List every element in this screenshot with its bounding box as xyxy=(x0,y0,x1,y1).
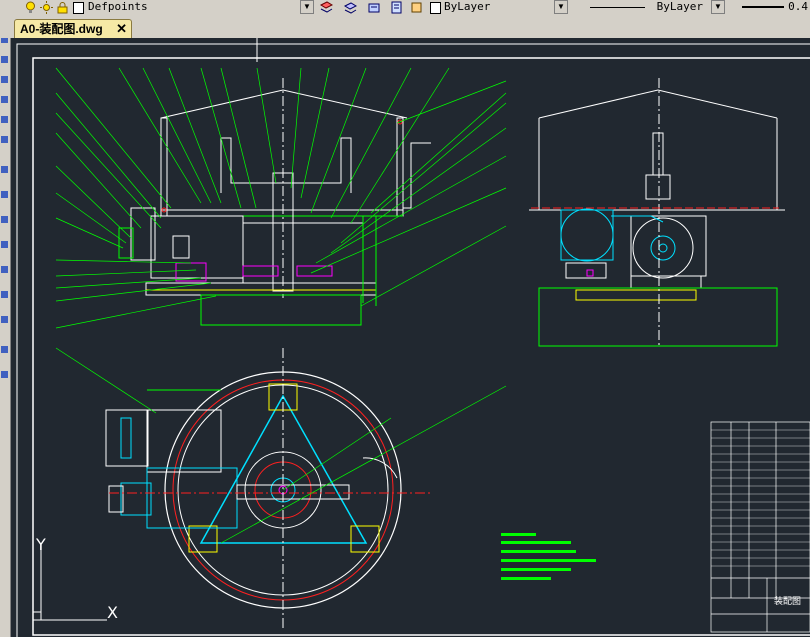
document-tab-bar: A0-装配图.dwg ✕ xyxy=(0,16,810,38)
side-view xyxy=(529,78,785,348)
layer-dropdown[interactable]: Defpoints xyxy=(85,0,302,14)
drawing-svg: 装配图 Y X xyxy=(16,38,810,637)
layer-name: Defpoints xyxy=(88,0,148,13)
circle-tool-icon[interactable] xyxy=(1,76,8,83)
side-base xyxy=(575,289,697,301)
layer-stack-icon[interactable] xyxy=(320,1,333,14)
ellipse-tool-icon[interactable] xyxy=(1,191,8,198)
ucs-icon xyxy=(32,546,107,621)
side-wheel-center xyxy=(658,243,668,253)
side-foot-left xyxy=(565,262,607,279)
side-motor xyxy=(560,209,614,261)
linetype-sample xyxy=(590,7,645,8)
layer-isolate-icon[interactable] xyxy=(390,1,403,14)
mtext-tool-icon[interactable] xyxy=(1,371,8,378)
side-foundation xyxy=(538,287,778,347)
front-left-post xyxy=(160,117,168,217)
tab-title: A0-装配图.dwg xyxy=(20,22,103,36)
front-motor-body xyxy=(150,215,244,279)
front-base xyxy=(145,282,377,296)
color-dropdown-arrow[interactable]: ▼ xyxy=(554,0,568,14)
front-view xyxy=(55,67,507,329)
front-right-post xyxy=(396,117,404,217)
front-gearbox xyxy=(242,222,364,284)
front-foundation xyxy=(200,294,362,326)
side-gear-mark xyxy=(586,269,594,277)
properties-toolbar: Defpoints ▼ ByLayer ▼ ByLayer ▼ 0.4 xyxy=(0,0,810,17)
drawing-canvas[interactable]: 装配图 Y X xyxy=(11,38,810,637)
make-block-icon[interactable] xyxy=(1,241,8,248)
plan-leader-2 xyxy=(220,385,507,544)
linetype-dropdown-arrow[interactable]: ▼ xyxy=(711,0,725,14)
sun-icon[interactable] xyxy=(40,1,53,14)
polyline-tool-icon[interactable] xyxy=(1,56,8,63)
ucs-x-label: X xyxy=(107,603,118,622)
layer-previous-icon[interactable] xyxy=(368,1,381,14)
point-tool-icon[interactable] xyxy=(1,266,8,273)
title-block-label: 装配图 xyxy=(774,595,801,607)
technical-notes xyxy=(501,533,596,580)
layer-dropdown-arrow[interactable]: ▼ xyxy=(300,0,314,14)
close-icon[interactable]: ✕ xyxy=(116,20,127,38)
rectangle-tool-icon[interactable] xyxy=(1,116,8,123)
plan-leader-1 xyxy=(55,347,157,414)
lineweight-value: 0.4 xyxy=(788,0,808,13)
front-roof xyxy=(160,89,408,119)
lineweight-sample xyxy=(742,6,784,8)
match-layer-icon[interactable] xyxy=(410,1,423,14)
layer-states-icon[interactable] xyxy=(344,1,357,14)
side-wheel-hub xyxy=(650,235,676,261)
linetype-dropdown[interactable]: ByLayer xyxy=(582,0,709,14)
side-motor-circle xyxy=(560,208,614,262)
front-gear-center-right xyxy=(296,265,333,277)
hatch-tool-icon[interactable] xyxy=(1,291,8,298)
side-wheel-outer xyxy=(632,217,694,279)
arc-tool-icon[interactable] xyxy=(1,96,8,103)
side-roof xyxy=(538,89,778,119)
plan-gear-housing xyxy=(146,467,238,529)
side-rod-base xyxy=(645,174,671,200)
lineweight-dropdown[interactable]: 0.4 xyxy=(736,0,810,14)
tab-a0-assembly[interactable]: A0-装配图.dwg ✕ xyxy=(14,19,132,38)
region-tool-icon[interactable] xyxy=(1,316,8,323)
linetype-value: ByLayer xyxy=(656,0,703,13)
plan-pulley-core xyxy=(120,417,132,459)
side-gearbox xyxy=(630,215,707,277)
color-value: ByLayer xyxy=(444,0,491,13)
color-dropdown[interactable]: ByLayer xyxy=(441,0,553,14)
side-rod xyxy=(652,132,664,176)
parts-list-rows xyxy=(711,429,810,567)
polygon-tool-icon[interactable] xyxy=(1,136,8,143)
color-swatch xyxy=(430,2,441,14)
plan-view xyxy=(55,347,507,628)
draw-toolbar xyxy=(0,16,11,637)
plan-wheel-right xyxy=(350,525,380,553)
lock-icon[interactable] xyxy=(56,1,69,14)
insert-block-icon[interactable] xyxy=(1,216,8,223)
layer-color-swatch xyxy=(73,2,84,14)
ucs-y-label: Y xyxy=(35,535,46,554)
front-leader-lines xyxy=(55,67,507,329)
front-motor-box xyxy=(172,235,190,259)
spline-tool-icon[interactable] xyxy=(1,166,8,173)
lightbulb-icon[interactable] xyxy=(24,1,37,14)
table-tool-icon[interactable] xyxy=(1,346,8,353)
sheet-outer-border xyxy=(16,43,810,637)
